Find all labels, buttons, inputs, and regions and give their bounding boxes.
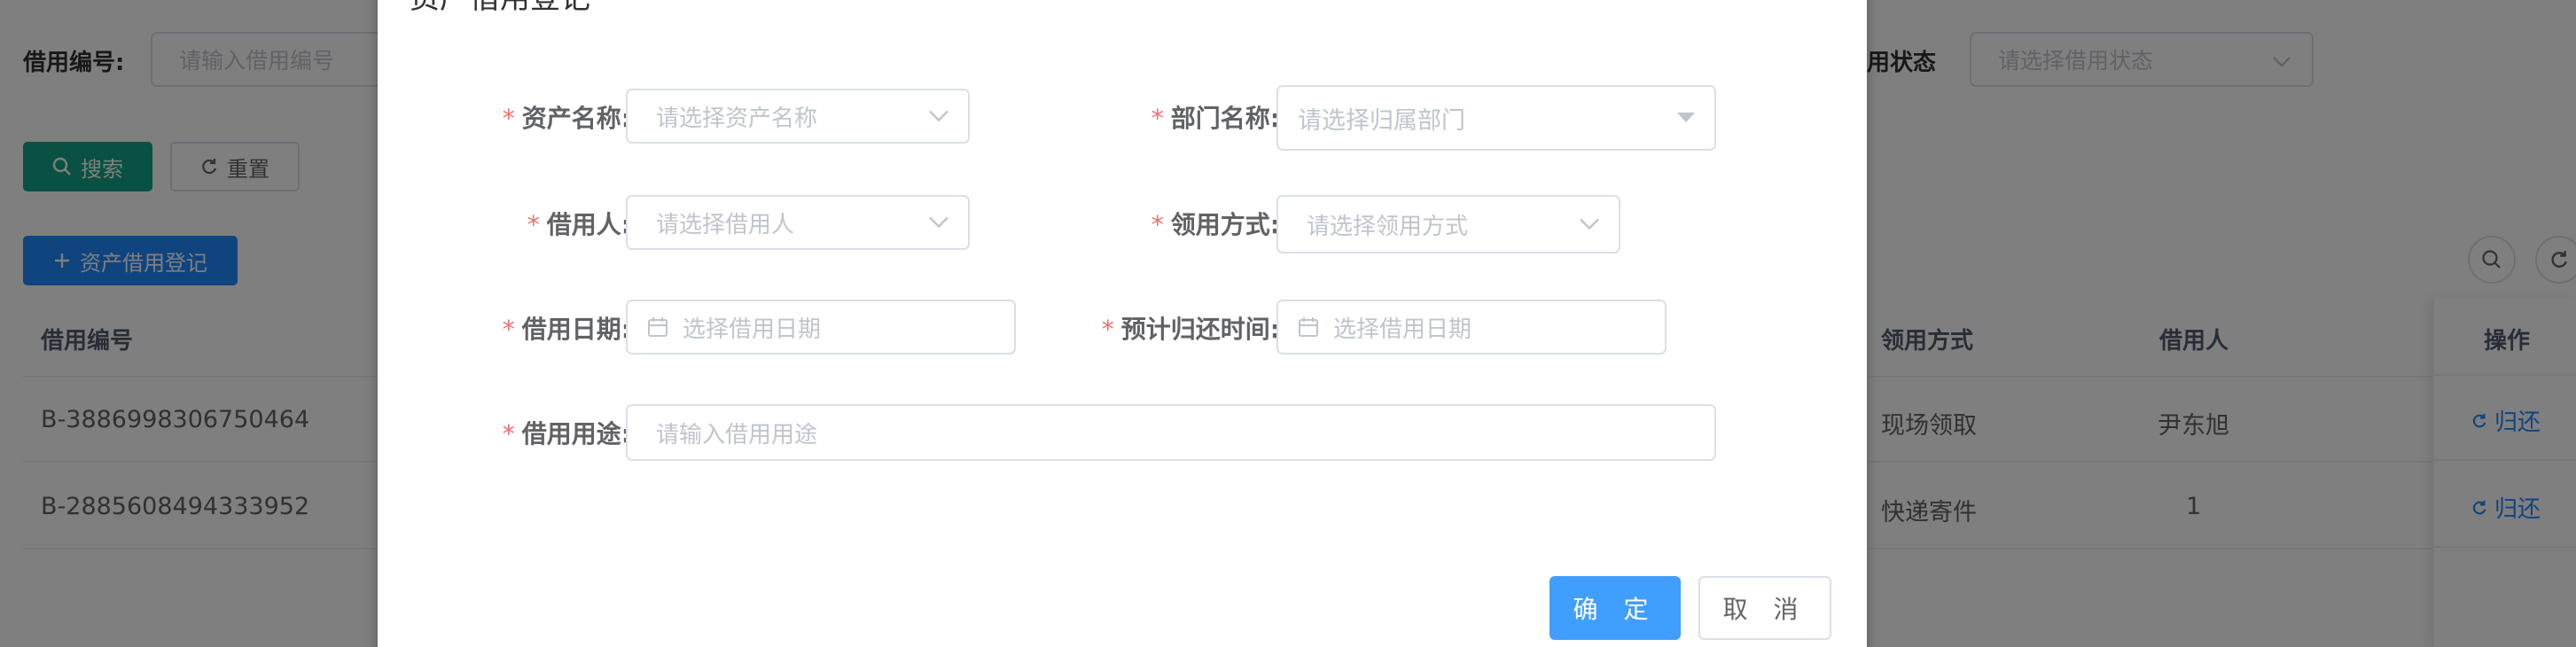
purpose-label: * 借用用途: bbox=[502, 419, 631, 448]
borrower-select[interactable]: 请选择借用人 bbox=[626, 195, 970, 250]
confirm-button[interactable]: 确 定 bbox=[1550, 576, 1681, 640]
return-date-picker[interactable]: 选择借用日期 bbox=[1276, 300, 1667, 355]
purpose-input[interactable]: 请输入借用用途 bbox=[626, 404, 1716, 461]
return-date-placeholder: 选择借用日期 bbox=[1333, 316, 1472, 343]
cancel-button-label: 取 消 bbox=[1722, 595, 1807, 624]
asset-name-placeholder: 请选择资产名称 bbox=[656, 105, 818, 132]
asset-name-select[interactable]: 请选择资产名称 bbox=[626, 89, 970, 144]
caret-down-icon bbox=[1677, 113, 1695, 122]
borrower-label: * 借用人: bbox=[527, 210, 631, 239]
borrower-placeholder: 请选择借用人 bbox=[656, 211, 795, 238]
calendar-icon bbox=[647, 316, 668, 338]
chevron-down-icon bbox=[1580, 218, 1599, 230]
cancel-button[interactable]: 取 消 bbox=[1698, 576, 1831, 640]
confirm-button-label: 确 定 bbox=[1573, 595, 1658, 624]
chevron-down-icon bbox=[929, 110, 948, 122]
receive-method-select[interactable]: 请选择领用方式 bbox=[1276, 195, 1620, 253]
return-date-label: * 预计归还时间: bbox=[1101, 315, 1280, 344]
department-label: * 部门名称: bbox=[1151, 104, 1280, 133]
borrow-date-picker[interactable]: 选择借用日期 bbox=[626, 300, 1016, 355]
calendar-icon bbox=[1298, 316, 1319, 338]
receive-method-label: * 领用方式: bbox=[1151, 210, 1280, 239]
asset-name-label: * 资产名称: bbox=[502, 104, 631, 133]
receive-method-placeholder: 请选择领用方式 bbox=[1307, 213, 1469, 240]
borrow-dialog: 资产借用登记 *资产名称: 请选择资产名称 *部门名称: 请选择归属部门 *借用… bbox=[378, 0, 1867, 647]
borrow-date-placeholder: 选择借用日期 bbox=[683, 316, 822, 343]
chevron-down-icon bbox=[929, 216, 948, 229]
borrow-date-label: * 借用日期: bbox=[502, 315, 631, 344]
department-placeholder: 请选择归属部门 bbox=[1298, 106, 1465, 135]
dialog-title: 资产借用登记 bbox=[410, 0, 590, 17]
department-select[interactable]: 请选择归属部门 bbox=[1276, 85, 1716, 151]
purpose-placeholder: 请输入借用用途 bbox=[656, 421, 818, 448]
